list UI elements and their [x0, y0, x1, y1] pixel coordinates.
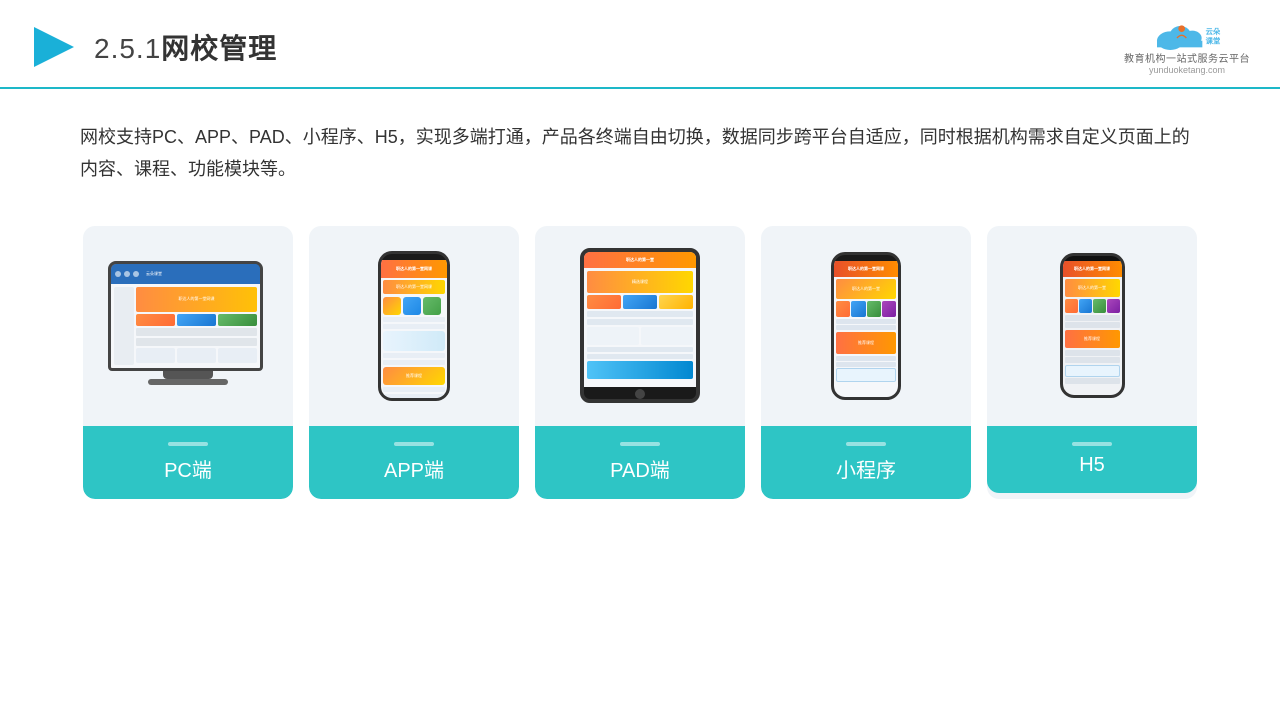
- card-pad: 职达人的第一堂 精选课程: [535, 226, 745, 499]
- card-h5-label: H5: [987, 426, 1197, 493]
- pc-device: 云朵课堂 职达人的第一堂网课: [108, 261, 268, 391]
- card-miniprogram-label: 小程序: [761, 426, 971, 499]
- play-icon: [30, 23, 78, 71]
- card-miniprogram: 职达人的第一堂网课 职达人的第一堂: [761, 226, 971, 499]
- cards-container: 云朵课堂 职达人的第一堂网课: [0, 206, 1280, 519]
- svg-text:云朵: 云朵: [1206, 27, 1221, 36]
- card-app-image: 职达人的第一堂网课 职达人的第一堂网课: [309, 226, 519, 426]
- page-header: 2.5.1网校管理 云朵 课堂 教育机构一站式服务云平台 yunduoketan…: [0, 0, 1280, 89]
- card-pc: 云朵课堂 职达人的第一堂网课: [83, 226, 293, 499]
- logo-url-text: yunduoketang.com: [1149, 65, 1225, 75]
- card-h5-image: 职达人的第一堂网课 职达人的第一堂: [987, 226, 1197, 426]
- logo-icon: 云朵 课堂: [1147, 18, 1227, 54]
- card-pc-image: 云朵课堂 职达人的第一堂网课: [83, 226, 293, 426]
- cloud-svg: 云朵 课堂: [1147, 18, 1227, 54]
- description-paragraph: 网校支持PC、APP、PAD、小程序、H5，实现多端打通，产品各终端自由切换，数…: [80, 121, 1200, 186]
- logo-tagline-text: 教育机构一站式服务云平台: [1124, 50, 1250, 65]
- title-text: 网校管理: [161, 33, 277, 64]
- card-app-label: APP端: [309, 426, 519, 499]
- page-title: 2.5.1网校管理: [94, 27, 277, 67]
- card-app: 职达人的第一堂网课 职达人的第一堂网课: [309, 226, 519, 499]
- description-text: 网校支持PC、APP、PAD、小程序、H5，实现多端打通，产品各终端自由切换，数…: [0, 89, 1280, 206]
- pad-device: 职达人的第一堂 精选课程: [580, 248, 700, 403]
- svg-text:课堂: 课堂: [1206, 36, 1221, 45]
- section-number: 2.5.1: [94, 33, 161, 64]
- card-pc-label: PC端: [83, 426, 293, 499]
- card-pad-image: 职达人的第一堂 精选课程: [535, 226, 745, 426]
- card-pad-label: PAD端: [535, 426, 745, 499]
- logo-tagline: 教育机构一站式服务云平台 yunduoketang.com: [1124, 50, 1250, 75]
- miniprogram-phone-device: 职达人的第一堂网课 职达人的第一堂: [831, 252, 901, 400]
- logo-area: 云朵 课堂 教育机构一站式服务云平台 yunduoketang.com: [1124, 18, 1250, 75]
- card-h5: 职达人的第一堂网课 职达人的第一堂: [987, 226, 1197, 499]
- app-phone-device: 职达人的第一堂网课 职达人的第一堂网课: [378, 251, 450, 401]
- header-left: 2.5.1网校管理: [30, 23, 277, 71]
- card-miniprogram-image: 职达人的第一堂网课 职达人的第一堂: [761, 226, 971, 426]
- h5-phone-device: 职达人的第一堂网课 职达人的第一堂: [1060, 253, 1125, 398]
